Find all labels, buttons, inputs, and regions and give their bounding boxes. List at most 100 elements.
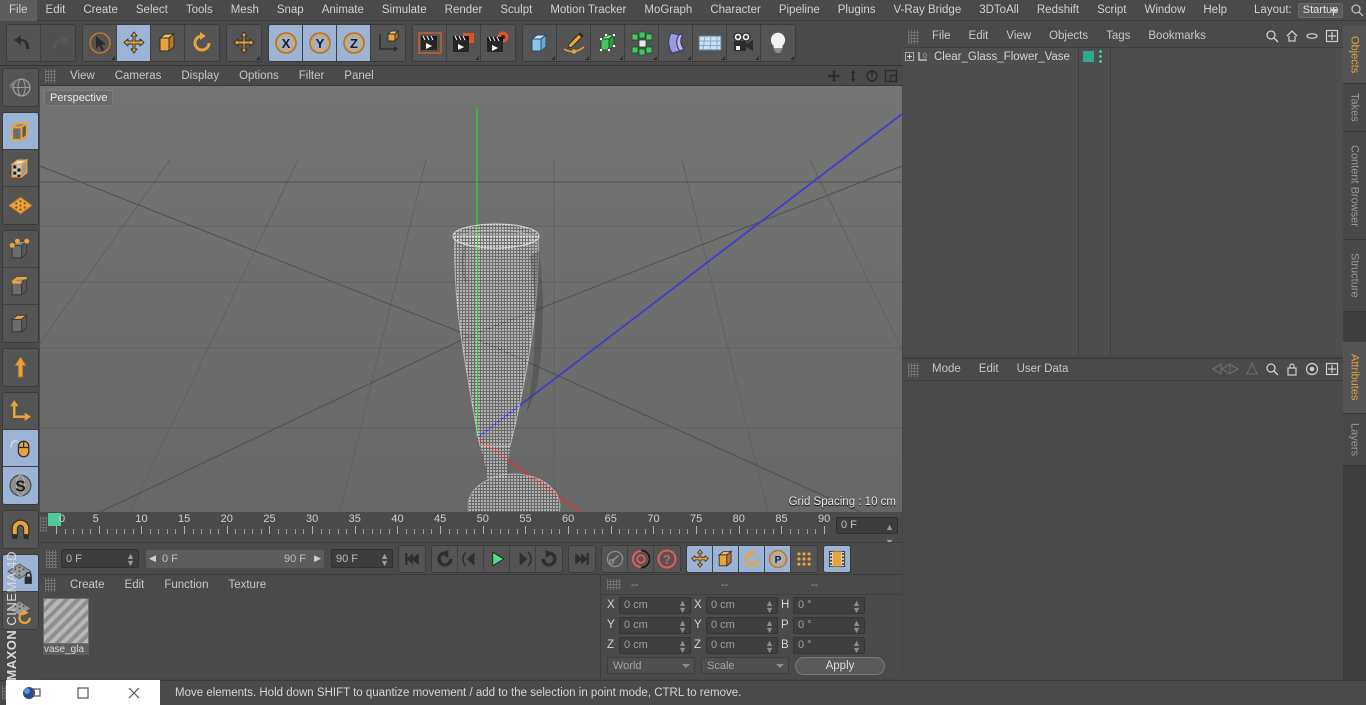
menu-mograph[interactable]: MoGraph (635, 0, 701, 21)
coord-position-field-1[interactable]: 0 cm ▲ ▼ (619, 616, 691, 634)
object-tree[interactable]: 0 Clear_Glass_Flower_Vase (903, 47, 1343, 355)
menu-create[interactable]: Create (74, 0, 127, 21)
back-nav-icon[interactable] (1211, 362, 1239, 376)
app-icon[interactable] (6, 685, 57, 701)
menu-3dtoall[interactable]: 3DToAll (970, 0, 1028, 21)
panel-grip-icon[interactable] (908, 29, 919, 44)
rewind-button[interactable] (432, 545, 458, 572)
edges-mode-button[interactable] (2, 268, 38, 305)
rotate-tool[interactable] (185, 25, 219, 61)
menu-redshift[interactable]: Redshift (1028, 0, 1088, 21)
spinner-icon[interactable]: ▲▼ (765, 638, 774, 654)
coord-size-field-2[interactable]: 0 cm ▲ ▼ (706, 636, 778, 654)
object-tags[interactable] (1079, 48, 1110, 65)
add-spline-button[interactable] (557, 25, 591, 61)
live-selection-tool[interactable] (83, 25, 117, 61)
panel-grip-icon[interactable] (40, 516, 47, 532)
viewport-solo-button[interactable] (2, 430, 38, 467)
enable-axis-button[interactable] (2, 349, 38, 386)
right-tab-structure[interactable]: Structure (1343, 240, 1366, 312)
menu-animate[interactable]: Animate (313, 0, 373, 21)
pan-icon[interactable] (827, 69, 841, 83)
menu-select[interactable]: Select (127, 0, 177, 21)
maximize-view-icon[interactable] (884, 69, 898, 83)
home-icon[interactable] (1285, 29, 1299, 43)
zoom-icon[interactable] (846, 69, 860, 83)
panel-grip-icon[interactable] (45, 578, 56, 592)
range-right-arrow-icon[interactable]: ▶ (314, 553, 321, 564)
material-menu-create[interactable]: Create (60, 575, 115, 595)
add-camera-button[interactable] (727, 25, 761, 61)
submenu-corner-icon[interactable] (687, 56, 691, 60)
layout-dropdown[interactable]: Startup (1297, 2, 1344, 18)
autokey-button[interactable] (602, 545, 628, 572)
close-icon[interactable] (109, 687, 160, 699)
menu-motion-tracker[interactable]: Motion Tracker (541, 0, 635, 21)
render-settings-button[interactable] (481, 25, 515, 61)
range-left-arrow-icon[interactable]: ◀ (149, 553, 156, 564)
viewport-menu-options[interactable]: Options (229, 66, 289, 86)
panel-grip-icon[interactable] (46, 549, 57, 568)
scale-tool[interactable] (151, 25, 185, 61)
spinner-icon[interactable]: ▲▼ (380, 552, 389, 568)
lock-icon[interactable] (1285, 362, 1299, 376)
right-tab-layers[interactable]: Layers (1343, 414, 1366, 466)
add-array-button[interactable] (625, 25, 659, 61)
submenu-corner-icon[interactable] (111, 56, 115, 60)
menu-file[interactable]: File (0, 0, 37, 21)
lock-z-axis[interactable]: Z (337, 25, 371, 61)
viewport-menu-panel[interactable]: Panel (334, 66, 383, 86)
coord-size-field-0[interactable]: 0 cm ▲ ▼ (706, 596, 778, 614)
panel-grip-icon[interactable] (908, 362, 919, 377)
go-to-start-button[interactable] (399, 545, 425, 572)
coordinate-system-dropdown[interactable]: World (607, 657, 695, 674)
add-cube-button[interactable] (523, 25, 557, 61)
menu-render[interactable]: Render (436, 0, 492, 21)
spinner-icon[interactable]: ▲▼ (678, 638, 687, 654)
menu-script[interactable]: Script (1088, 0, 1135, 21)
submenu-corner-icon[interactable] (475, 56, 479, 60)
menu-mesh[interactable]: Mesh (222, 0, 268, 21)
add-light-button[interactable] (761, 25, 795, 61)
object-row[interactable]: 0 Clear_Glass_Flower_Vase (903, 48, 1078, 65)
panel-grip-icon[interactable] (45, 68, 56, 83)
undo-view-button[interactable] (2, 69, 38, 106)
attributes-content[interactable] (903, 380, 1343, 680)
material-tag-icon[interactable] (1083, 51, 1094, 62)
coord-rotation-field-1[interactable]: 0 ° ▲ ▼ (793, 616, 865, 634)
object-axis-button[interactable] (2, 393, 38, 430)
maximize-icon[interactable] (1325, 362, 1339, 376)
viewport-menu-display[interactable]: Display (171, 66, 229, 86)
submenu-corner-icon[interactable] (790, 56, 794, 60)
menu-sculpt[interactable]: Sculpt (491, 0, 541, 21)
menu-character[interactable]: Character (701, 0, 770, 21)
object-menu-edit[interactable]: Edit (960, 26, 998, 47)
viewport-menu-cameras[interactable]: Cameras (105, 66, 172, 86)
object-menu-objects[interactable]: Objects (1040, 26, 1097, 47)
play-button[interactable] (484, 545, 510, 572)
submenu-corner-icon[interactable] (551, 56, 555, 60)
forward-button[interactable] (536, 545, 562, 572)
material-menu-texture[interactable]: Texture (218, 575, 276, 595)
record-active-objects-button[interactable] (628, 545, 654, 572)
polygons-mode-button[interactable] (2, 305, 38, 342)
record-question-button[interactable]: ? (654, 545, 680, 572)
add-deformer-button[interactable] (659, 25, 693, 61)
material-menu-edit[interactable]: Edit (115, 575, 155, 595)
viewport-menu-view[interactable]: View (60, 66, 105, 86)
spinner-icon[interactable]: ▲▼ (765, 618, 774, 634)
object-menu-file[interactable]: File (923, 26, 960, 47)
submenu-corner-icon[interactable] (755, 56, 759, 60)
submenu-corner-icon[interactable] (585, 56, 589, 60)
move-tool-alt[interactable] (227, 25, 261, 61)
spinner-icon[interactable]: ▲▼ (852, 638, 861, 654)
world-object-axis[interactable] (371, 25, 405, 61)
position-key-button[interactable] (687, 545, 713, 572)
attributes-menu-user-data[interactable]: User Data (1008, 359, 1078, 380)
step-back-button[interactable] (458, 545, 484, 572)
submenu-corner-icon[interactable] (256, 56, 260, 60)
coord-position-field-2[interactable]: 0 cm ▲ ▼ (619, 636, 691, 654)
pla-key-button[interactable] (791, 545, 817, 572)
object-menu-bookmarks[interactable]: Bookmarks (1139, 26, 1215, 47)
texture-mode-button[interactable] (2, 150, 38, 187)
